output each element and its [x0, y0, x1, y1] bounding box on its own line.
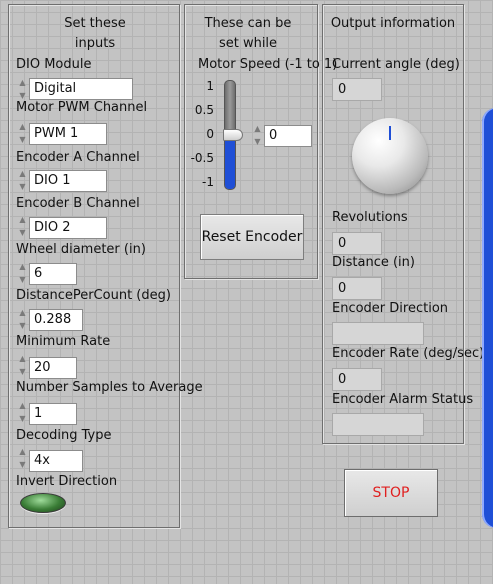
decoding-type-label: Decoding Type [16, 428, 112, 443]
wheel-diameter-label: Wheel diameter (in) [16, 242, 146, 257]
invert-direction-toggle[interactable] [20, 493, 66, 513]
encoder-a-channel-field[interactable]: DIO 1 [29, 170, 107, 192]
spin-down-icon[interactable]: ▼ [19, 367, 25, 377]
slider-thumb[interactable] [223, 129, 243, 141]
reset-encoder-button[interactable]: Reset Encoder [200, 214, 304, 260]
number-samples-label: Number Samples to Average [16, 380, 203, 395]
minimum-rate-field[interactable]: 20 [29, 357, 77, 379]
spin-up-icon[interactable]: ▲ [19, 308, 25, 318]
minimum-rate-label: Minimum Rate [16, 334, 111, 349]
spin-down-icon[interactable]: ▼ [19, 228, 25, 238]
angle-knob-needle [389, 126, 391, 140]
spin-up-icon[interactable]: ▲ [19, 169, 25, 179]
motor-speed-spinner[interactable]: ▲ ▼ [252, 124, 263, 147]
distance-value: 0 [332, 277, 382, 300]
encoder-rate-label: Encoder Rate (deg/sec) [332, 346, 485, 361]
encoder-b-channel-spinner[interactable]: ▲ ▼ [17, 215, 28, 238]
dio-module-spinner[interactable]: ▲ ▼ [17, 78, 28, 101]
encoder-b-channel-label: Encoder B Channel [16, 196, 140, 211]
spin-up-icon[interactable]: ▲ [19, 354, 25, 364]
spin-up-icon[interactable]: ▲ [19, 122, 25, 132]
stop-button[interactable]: STOP [344, 469, 438, 517]
side-decoration-panel [482, 108, 493, 528]
spin-down-icon[interactable]: ▼ [254, 137, 260, 147]
encoder-a-channel-spinner[interactable]: ▲ ▼ [17, 169, 28, 192]
motor-pwm-channel-label: Motor PWM Channel [16, 100, 148, 115]
spin-up-icon[interactable]: ▲ [19, 401, 25, 411]
spin-up-icon[interactable]: ▲ [254, 124, 260, 134]
encoder-direction-label: Encoder Direction [332, 301, 449, 316]
encoder-rate-value: 0 [332, 368, 382, 391]
invert-direction-label: Invert Direction [16, 474, 118, 489]
encoder-alarm-status-label: Encoder Alarm Status [332, 392, 474, 407]
slider-tick-label: 1 [206, 79, 214, 93]
output-panel-title: Output information [330, 16, 456, 31]
slider-tick-label: -1 [202, 175, 214, 189]
slider-fill [225, 135, 235, 189]
current-angle-label: Current angle (deg) [332, 57, 460, 72]
spin-down-icon[interactable]: ▼ [19, 460, 25, 470]
slider-tick-label: 0.5 [194, 103, 214, 117]
spin-down-icon[interactable]: ▼ [19, 321, 25, 331]
runtime-panel-title: These can be set while [204, 16, 292, 50]
encoder-alarm-status-value [332, 413, 424, 436]
distance-per-count-field[interactable]: 0.288 [29, 309, 83, 331]
encoder-b-channel-field[interactable]: DIO 2 [29, 217, 107, 239]
spin-up-icon[interactable]: ▲ [19, 447, 25, 457]
current-angle-value: 0 [332, 78, 382, 101]
angle-knob [352, 118, 428, 194]
decoding-type-field[interactable]: 4x [29, 450, 83, 472]
distance-per-count-label: DistancePerCount (deg) [16, 288, 171, 303]
dio-module-label: DIO Module [16, 57, 92, 72]
number-samples-field[interactable]: 1 [29, 403, 77, 425]
revolutions-label: Revolutions [332, 210, 408, 225]
motor-pwm-channel-field[interactable]: PWM 1 [29, 123, 107, 145]
wheel-diameter-spinner[interactable]: ▲ ▼ [17, 262, 28, 285]
spin-down-icon[interactable]: ▼ [19, 275, 25, 285]
decoding-type-spinner[interactable]: ▲ ▼ [17, 447, 28, 470]
inputs-panel-title: Set these inputs [64, 16, 126, 50]
encoder-a-channel-label: Encoder A Channel [16, 150, 140, 165]
motor-speed-slider[interactable]: 1 0.5 0 -0.5 -1 [190, 76, 250, 194]
number-samples-spinner[interactable]: ▲ ▼ [17, 401, 28, 424]
motor-speed-field[interactable]: 0 [264, 125, 312, 147]
spin-down-icon[interactable]: ▼ [19, 182, 25, 192]
minimum-rate-spinner[interactable]: ▲ ▼ [17, 354, 28, 377]
wheel-diameter-field[interactable]: 6 [29, 263, 77, 285]
spin-down-icon[interactable]: ▼ [19, 135, 25, 145]
spin-down-icon[interactable]: ▼ [19, 414, 25, 424]
dio-module-field[interactable]: Digital [29, 78, 133, 100]
encoder-direction-value [332, 322, 424, 345]
slider-tick-label: -0.5 [190, 151, 214, 165]
spin-up-icon[interactable]: ▲ [19, 215, 25, 225]
slider-tick-label: 0 [206, 127, 214, 141]
revolutions-value: 0 [332, 232, 382, 255]
distance-per-count-spinner[interactable]: ▲ ▼ [17, 308, 28, 331]
spin-up-icon[interactable]: ▲ [19, 262, 25, 272]
distance-label: Distance (in) [332, 255, 415, 270]
motor-pwm-channel-spinner[interactable]: ▲ ▼ [17, 122, 28, 145]
motor-speed-label: Motor Speed (-1 to 1) [198, 57, 338, 72]
spin-up-icon[interactable]: ▲ [19, 78, 25, 88]
